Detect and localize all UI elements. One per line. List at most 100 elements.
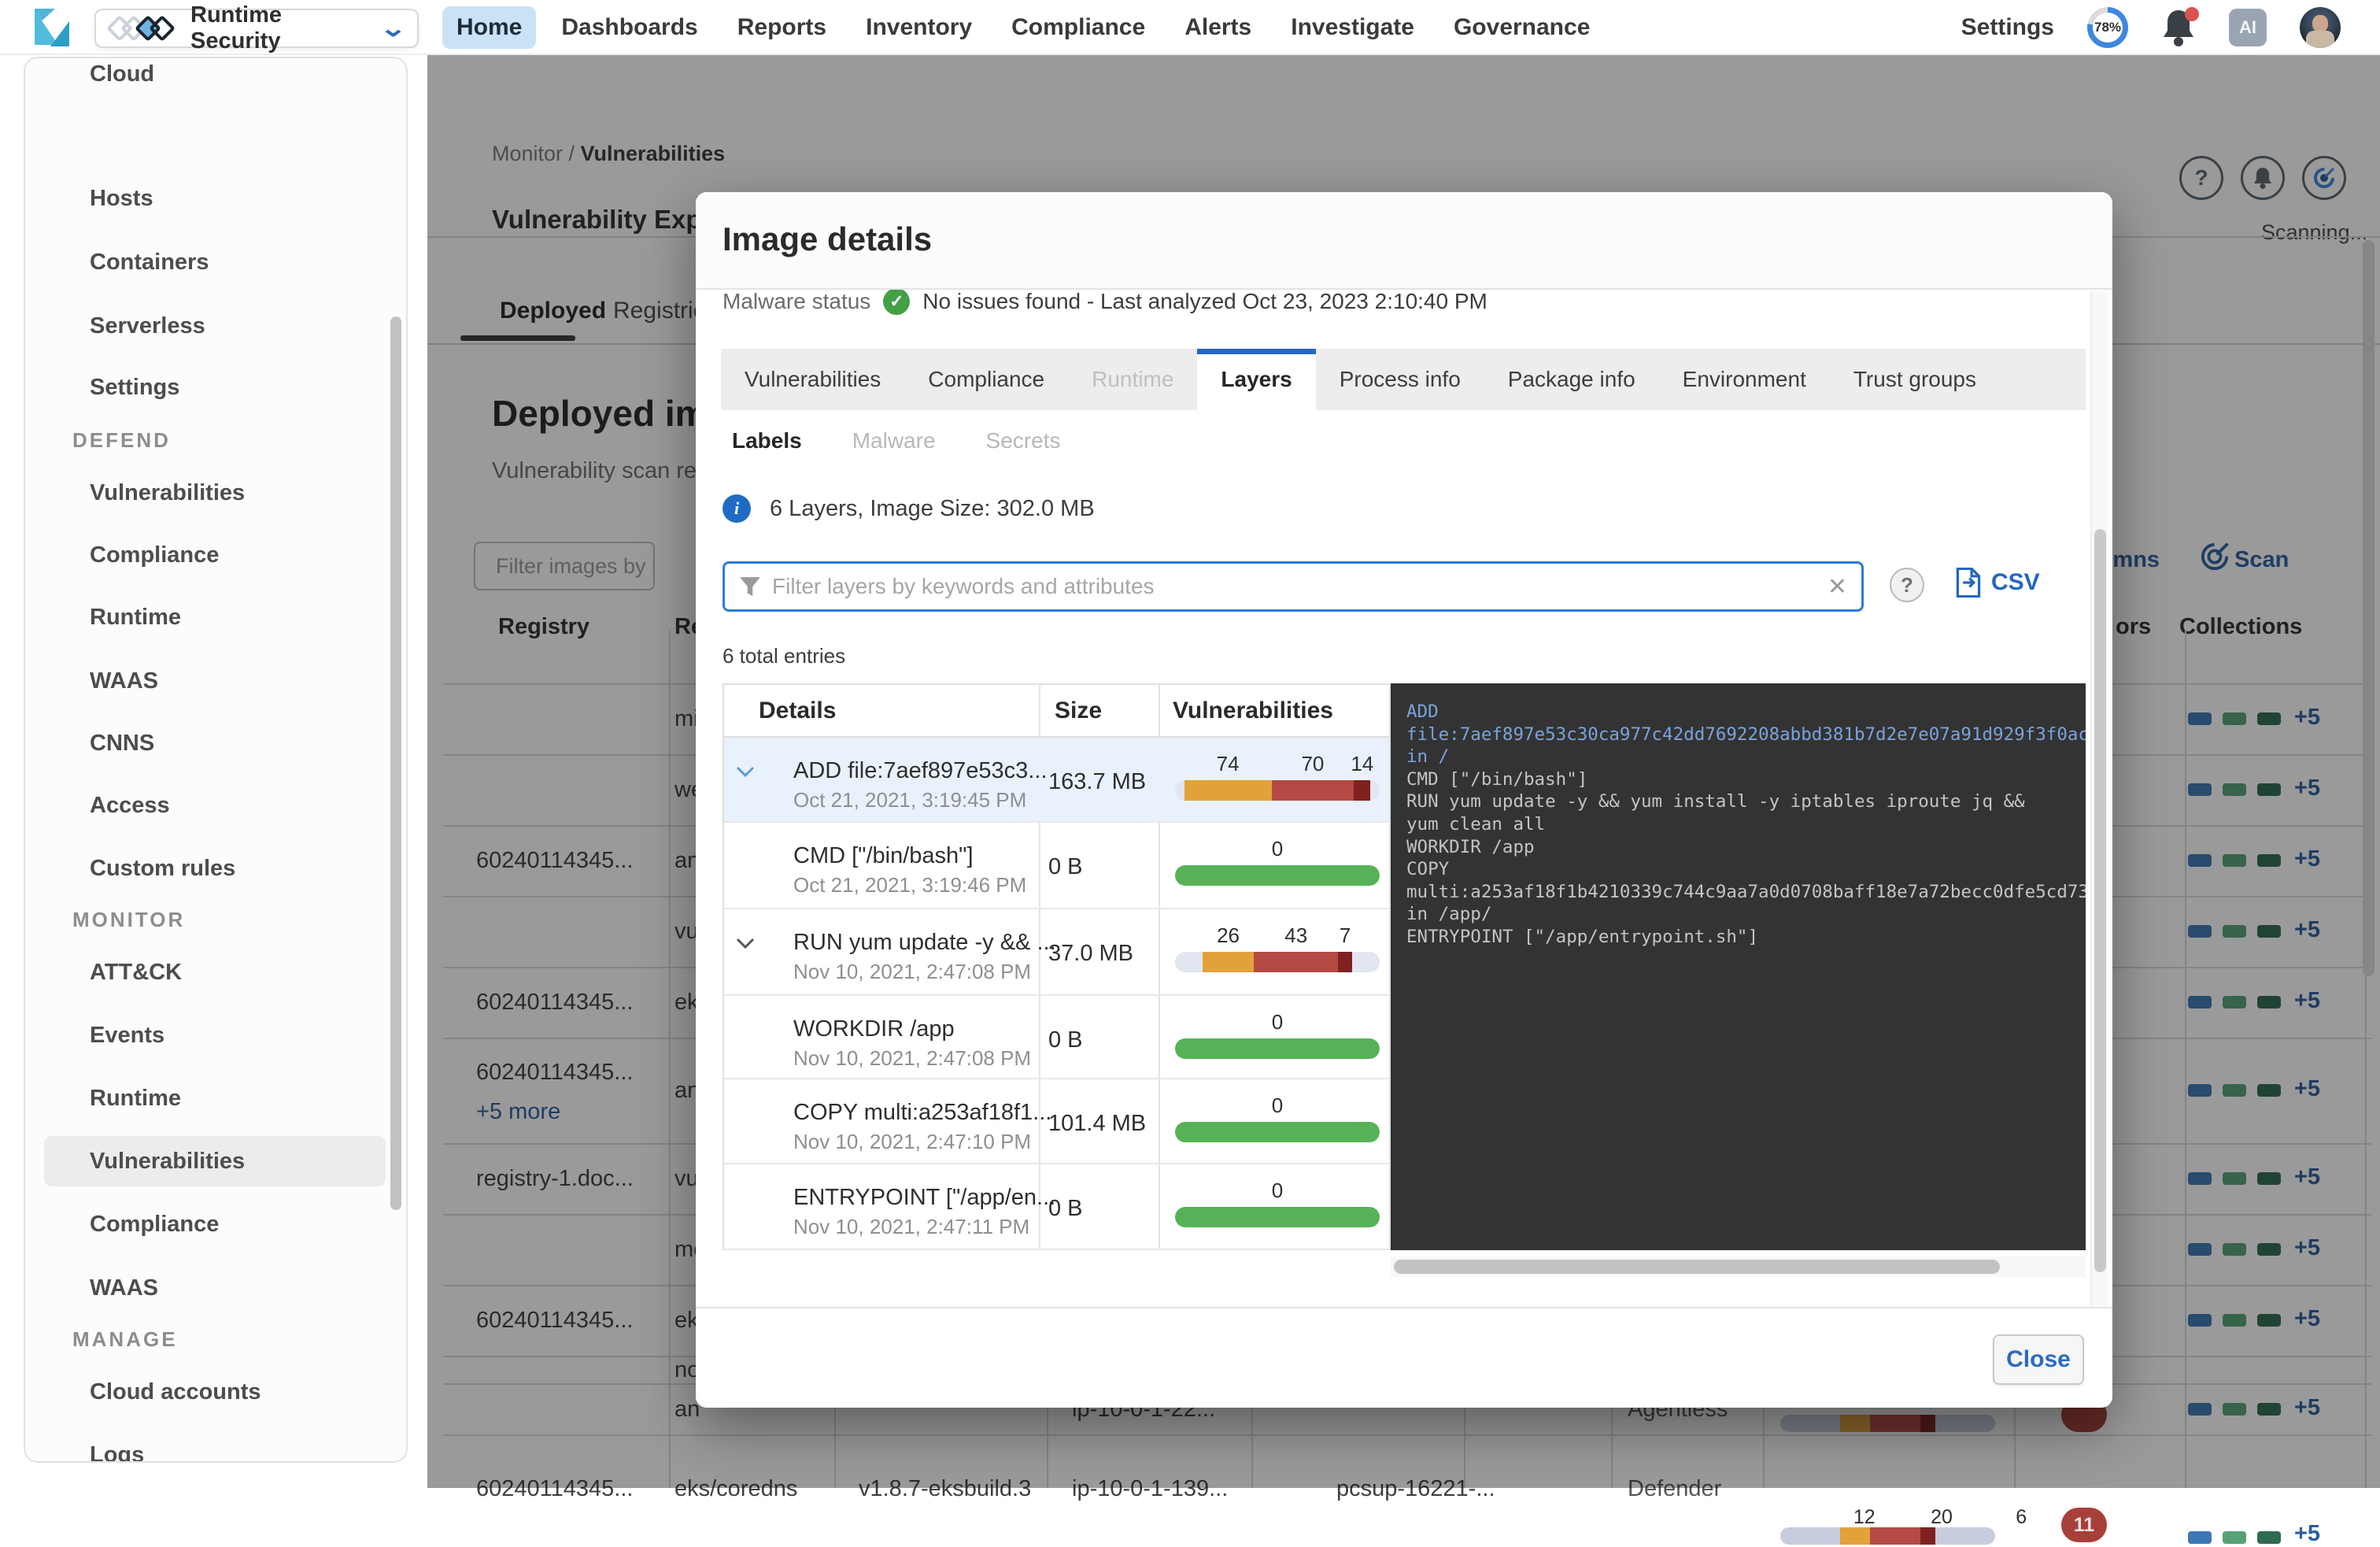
sidebar-item-serverless[interactable]: Serverless [44,301,386,351]
vuln-bar [1175,952,1380,972]
nav-item-alerts[interactable]: Alerts [1170,6,1266,49]
csv-export-button[interactable]: CSV [1955,568,2040,598]
bg-collection-chip [2223,1531,2246,1544]
layer-vuln-labels: 747014 [1175,752,1380,775]
modal-tab-package-info[interactable]: Package info [1484,349,1659,410]
sidebar-item-logs[interactable]: Logs [44,1430,386,1463]
bg-collection-chip [2188,1531,2212,1544]
modal-tab-environment[interactable]: Environment [1659,349,1830,410]
code-line: in /app/ [1406,903,2086,926]
modal-tab-compliance[interactable]: Compliance [904,349,1068,410]
sidebar-section-defend: DEFEND [44,420,386,460]
code-line: multi:a253af18f1b4210339c744c9aa7a0d0708… [1406,881,2086,904]
sidebar-item-waas[interactable]: WAAS [44,656,386,706]
funnel-icon [739,575,761,598]
bg-collections-more[interactable]: +5 [2294,1521,2320,1547]
sidebar-scrollbar[interactable] [390,316,401,1210]
code-hscroll-thumb[interactable] [1394,1260,2000,1274]
sidebar-item-att-ck[interactable]: ATT&CK [44,947,386,997]
avatar[interactable] [2300,7,2341,48]
sidebar-item-vulnerabilities[interactable]: Vulnerabilities [44,468,386,518]
close-button[interactable]: Close [1993,1334,2084,1385]
layer-command: RUN yum update -y && ... [793,930,1056,956]
modal-subtab-secrets[interactable]: Secrets [986,428,1061,453]
sidebar-item-containers[interactable]: Containers [44,237,386,287]
sidebar-item-settings[interactable]: Settings [44,362,386,413]
layers-filter: ✕ [722,561,1864,612]
modal-tab-vulnerabilities[interactable]: Vulnerabilities [721,349,904,410]
layer-vuln-labels: 0 [1175,1010,1380,1034]
code-line: yum clean all [1406,813,2086,836]
shield-check-icon: ✓ [883,288,910,315]
code-line: file:7aef897e53c30ca977c42dd7692208abbd3… [1406,724,2086,746]
modal-scroll-thumb[interactable] [2094,529,2106,1272]
sidebar-item-access[interactable]: Access [44,780,386,831]
nav-item-governance[interactable]: Governance [1439,6,1604,49]
layers-filter-input[interactable] [772,574,1816,599]
layer-command: ADD file:7aef897e53c3... [793,758,1047,784]
layers-summary: 6 Layers, Image Size: 302.0 MB [770,496,1095,522]
layer-size: 0 B [1048,1196,1083,1222]
filter-help-icon[interactable]: ? [1890,568,1924,602]
modal-tabs: VulnerabilitiesComplianceRuntimeLayersPr… [721,349,2086,410]
chevron-down-icon[interactable] [735,936,756,954]
vuln-bar [1175,780,1380,801]
layer-size: 101.4 MB [1048,1111,1146,1137]
layer-date: Oct 21, 2021, 3:19:46 PM [793,873,1026,897]
nav-item-dashboards[interactable]: Dashboards [547,6,711,49]
sidebar-item-compliance[interactable]: Compliance [44,530,386,580]
sidebar-item-events[interactable]: Events [44,1010,386,1060]
settings-link[interactable]: Settings [1961,14,2054,41]
sidebar-item-cloud[interactable]: Cloud [44,57,386,99]
layer-row[interactable]: WORKDIR /appNov 10, 2021, 2:47:08 PM0 B0 [724,996,1389,1079]
top-nav: Runtime Security ⌄ Home Dashboards Reports… [0,0,2380,55]
sidebar-item-waas[interactable]: WAAS [44,1263,386,1313]
sidebar-item-runtime[interactable]: Runtime [44,592,386,642]
layer-size: 163.7 MB [1048,769,1146,795]
modal-subtab-malware[interactable]: Malware [852,428,936,453]
layer-row[interactable]: ADD file:7aef897e53c3...Oct 21, 2021, 3:… [724,738,1389,823]
usage-progress-ring[interactable]: 78% [2087,7,2128,48]
layer-vuln-labels: 0 [1175,1094,1380,1117]
notifications-bell-icon[interactable] [2161,9,2196,46]
layer-vuln-labels: 0 [1175,1179,1380,1202]
modal-tab-layers[interactable]: Layers [1197,349,1315,410]
sidebar-item-compliance[interactable]: Compliance [44,1199,386,1249]
layer-row[interactable]: CMD ["/bin/bash"]Oct 21, 2021, 3:19:46 P… [724,823,1389,909]
sidebar-item-runtime[interactable]: Runtime [44,1073,386,1123]
vuln-bar-none [1175,1038,1380,1059]
malware-status-value: No issues found - Last analyzed Oct 23, … [922,289,1488,314]
layer-row[interactable]: ENTRYPOINT ["/app/en... Nov 10, 2021, 2:4… [724,1164,1389,1250]
modal-tab-trust-groups[interactable]: Trust groups [1830,349,2000,410]
modal-subtab-labels[interactable]: Labels [732,428,802,453]
sidebar-item-hosts[interactable]: Hosts [44,173,386,224]
nav-item-reports[interactable]: Reports [723,6,841,49]
sidebar-item-vulnerabilities[interactable]: Vulnerabilities [44,1136,386,1186]
layers-header-details: Details [759,698,836,724]
layer-date: Nov 10, 2021, 2:47:11 PM [793,1215,1029,1239]
product-selector[interactable]: Runtime Security ⌄ [94,9,419,48]
vuln-bar-none [1175,865,1380,886]
layer-vuln-bar: 0 [1175,1094,1380,1150]
sidebar: Cloud Hosts Containers Serverless Settings DE… [24,57,408,1463]
ai-assistant-icon[interactable]: AI [2229,9,2267,46]
modal-tab-process-info[interactable]: Process info [1316,349,1484,410]
layer-vuln-bar: 0 [1175,1179,1380,1235]
layer-row[interactable]: RUN yum update -y && ...Nov 10, 2021, 2:… [724,909,1389,996]
nav-item-home[interactable]: Home [442,6,536,49]
code-line: WORKDIR /app [1406,836,2086,859]
sidebar-item-cnns[interactable]: CNNS [44,718,386,768]
clear-filter-icon[interactable]: ✕ [1828,573,1847,601]
layer-size: 0 B [1048,854,1083,880]
layer-row[interactable]: COPY multi:a253af18f1...Nov 10, 2021, 2:… [724,1079,1389,1164]
nav-item-investigate[interactable]: Investigate [1277,6,1428,49]
chevron-down-icon[interactable] [735,764,756,783]
code-line: COPY [1406,858,2086,881]
modal-subtabs: Labels Malware Secrets [732,428,1060,453]
nav-item-compliance[interactable]: Compliance [997,6,1159,49]
sidebar-item-custom-rules[interactable]: Custom rules [44,843,386,894]
layer-command: ENTRYPOINT ["/app/en... [793,1185,1055,1211]
nav-item-inventory[interactable]: Inventory [852,6,986,49]
code-line: ADD [1406,701,2086,724]
sidebar-item-cloud-accounts[interactable]: Cloud accounts [44,1367,386,1417]
